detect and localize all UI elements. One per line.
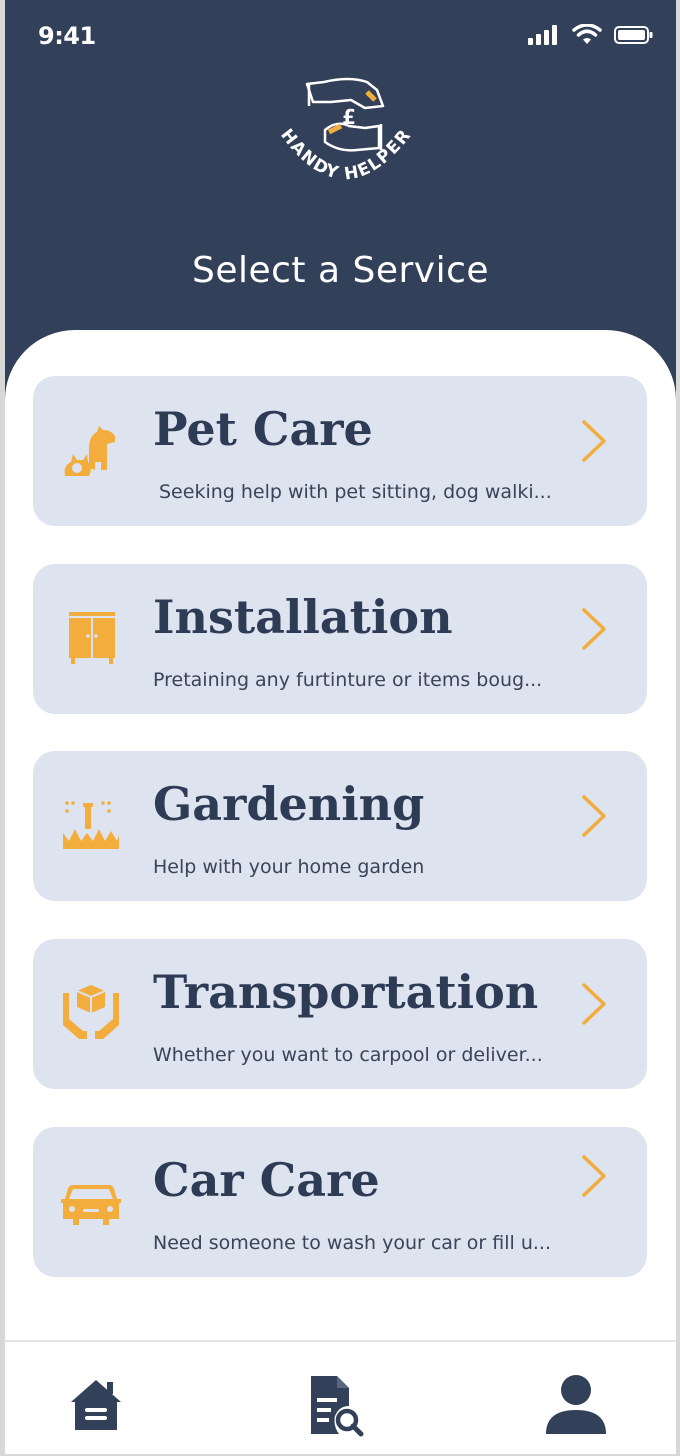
service-title: Pet Care bbox=[153, 402, 373, 456]
chevron-right-icon bbox=[582, 983, 606, 1025]
service-card-pet-care[interactable]: Pet Care Seeking help with pet sitting, … bbox=[33, 376, 647, 526]
page-title: Select a Service bbox=[191, 250, 490, 291]
svg-text:£: £ bbox=[342, 105, 356, 129]
nav-profile-button[interactable] bbox=[543, 1372, 609, 1438]
sprinkler-icon bbox=[63, 801, 119, 849]
cupboard-icon bbox=[69, 612, 115, 664]
battery-icon bbox=[614, 26, 653, 44]
chevron-right-icon bbox=[582, 420, 606, 462]
package-hands-icon bbox=[63, 985, 119, 1039]
nav-home-button[interactable] bbox=[63, 1372, 129, 1438]
service-title: Car Care bbox=[153, 1153, 380, 1207]
chevron-right-icon bbox=[582, 795, 606, 837]
pet-icon bbox=[64, 426, 115, 476]
document-search-icon bbox=[311, 1376, 364, 1437]
service-card-gardening[interactable]: Gardening Help with your home garden bbox=[33, 751, 647, 901]
chevron-right-icon bbox=[582, 608, 606, 650]
service-description: Help with your home garden bbox=[153, 856, 425, 878]
home-icon bbox=[71, 1380, 121, 1430]
nav-search-documents-button[interactable] bbox=[301, 1372, 367, 1438]
svg-text:HANDY HELPER: HANDY HELPER bbox=[276, 125, 415, 184]
service-card-car-care[interactable]: Car Care Need someone to wash your car o… bbox=[33, 1127, 647, 1277]
service-title: Gardening bbox=[153, 777, 425, 831]
service-card-installation[interactable]: Installation Pretaining any furtinture o… bbox=[33, 564, 647, 714]
signal-icon bbox=[528, 25, 557, 45]
service-description: Need someone to wash your car or fill u.… bbox=[153, 1232, 551, 1254]
service-title: Transportation bbox=[153, 965, 539, 1019]
handy-helper-logo: £ HANDY HELPER bbox=[269, 70, 419, 200]
profile-icon bbox=[546, 1375, 606, 1434]
car-icon bbox=[61, 1185, 121, 1225]
status-time: 9:41 bbox=[38, 22, 96, 50]
service-title: Installation bbox=[153, 590, 453, 644]
chevron-right-icon bbox=[582, 1155, 606, 1197]
service-card-transportation[interactable]: Transportation Whether you want to carpo… bbox=[33, 939, 647, 1089]
service-description: Whether you want to carpool or deliver..… bbox=[153, 1044, 543, 1066]
bottom-navigation bbox=[5, 1340, 676, 1454]
phone-screen: 9:41 £ HANDY HELPER Select a Service Pet… bbox=[5, 0, 676, 1454]
wifi-icon bbox=[572, 24, 602, 44]
service-description: Seeking help with pet sitting, dog walki… bbox=[159, 481, 552, 503]
status-icons bbox=[528, 24, 654, 46]
service-description: Pretaining any furtinture or items boug.… bbox=[153, 669, 543, 691]
